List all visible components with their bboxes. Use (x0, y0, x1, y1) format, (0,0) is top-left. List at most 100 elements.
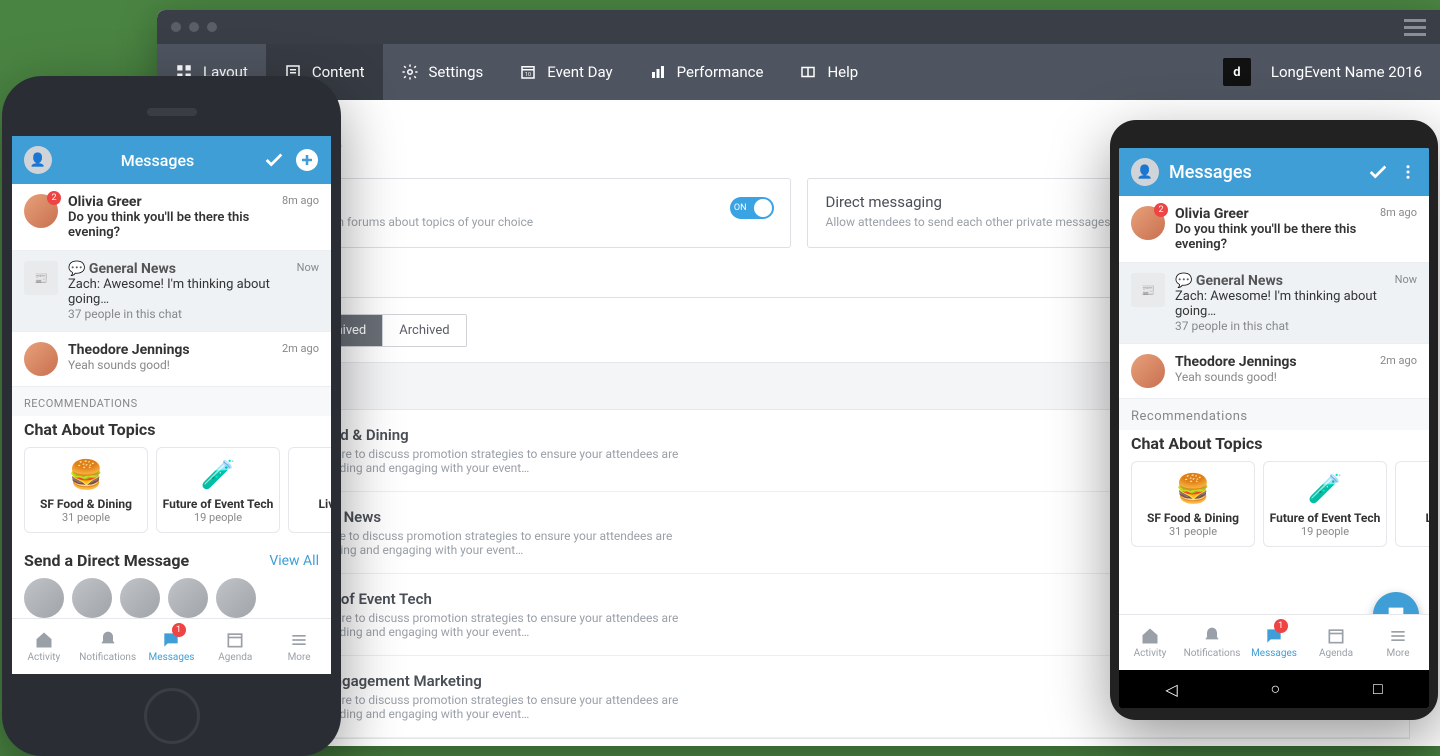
topic-name: SF Food & Dining (1147, 511, 1239, 525)
check-icon[interactable] (263, 149, 285, 171)
android-navbar: ◁ ○ □ (1119, 670, 1429, 708)
check-icon[interactable] (1367, 161, 1389, 183)
topic-toggle[interactable]: ON (730, 197, 774, 219)
thread-time: 2m ago (1380, 354, 1417, 388)
tab-agenda[interactable]: Agenda (1305, 615, 1367, 670)
hamburger-icon[interactable] (1404, 19, 1426, 36)
topic-icon: 🧪 (201, 458, 236, 491)
overflow-icon[interactable] (1399, 163, 1417, 181)
thread-msg: Zach: Awesome! I'm thinking about going… (1175, 289, 1385, 319)
recents-icon[interactable]: □ (1373, 679, 1383, 699)
thread-sub: 37 people in this chat (1175, 319, 1385, 333)
nav-help-label: Help (827, 63, 858, 81)
nav-settings[interactable]: Settings (383, 44, 502, 100)
nav-help[interactable]: Help (781, 44, 876, 100)
topic-card[interactable]: 🍔 SF Food & Dining31 people (24, 447, 148, 533)
iphone-frame: 👤 Messages 2Olivia GreerDo you think you… (2, 76, 341, 756)
thread-time: Now (297, 261, 319, 321)
thread-name: 💬 General News (68, 261, 287, 277)
nav-settings-label: Settings (429, 63, 484, 81)
topic-name: Live En Mar (319, 497, 331, 511)
nav-eventday[interactable]: 10 Event Day (501, 44, 630, 100)
thread-name: Olivia Greer (68, 194, 272, 210)
thread-item[interactable]: 2Olivia GreerDo you think you'll be ther… (12, 184, 331, 251)
tab-activity[interactable]: Activity (12, 619, 76, 674)
thread-time: 2m ago (282, 342, 319, 376)
tab-activity[interactable]: Activity (1119, 615, 1181, 670)
topic-name: SF Food & Dining (40, 497, 132, 511)
unread-badge: 2 (47, 191, 61, 205)
topic-people: 31 people (1169, 525, 1217, 538)
row-title: General News (288, 508, 688, 526)
topic-card[interactable]: 🧪Future of Event Tech19 people (1263, 461, 1387, 547)
topic-icon: 🧪 (1308, 472, 1343, 505)
add-icon[interactable] (295, 148, 319, 172)
row-desc: Come here to discuss promotion strategie… (294, 693, 694, 721)
mobile-title: Messages (1169, 162, 1357, 183)
gear-icon (401, 63, 419, 81)
thread-item[interactable]: 2Olivia GreerDo you think you'll be ther… (1119, 196, 1429, 263)
topics-header: Chat About Topics (1119, 430, 1429, 461)
iphone-screen: 👤 Messages 2Olivia GreerDo you think you… (12, 136, 331, 674)
avatar (24, 342, 58, 376)
tab-messages[interactable]: 1Messages (1243, 615, 1305, 670)
topic-card[interactable]: 🍔SF Food & Dining31 people (1131, 461, 1255, 547)
thread-name: Olivia Greer (1175, 206, 1370, 222)
row-title: Future of Event Tech (294, 590, 694, 608)
topic-people: 31 people (62, 511, 110, 524)
mobile-header: 👤 Messages (12, 136, 331, 184)
messages-badge: 1 (172, 623, 186, 637)
view-all-link[interactable]: View All (269, 553, 319, 569)
thread-item[interactable]: 📰💬 General NewsZach: Awesome! I'm thinki… (12, 251, 331, 332)
dm-header: Send a Direct Message (24, 551, 189, 570)
tab-more[interactable]: More (1367, 615, 1429, 670)
tab-notifications[interactable]: Notifications (1181, 615, 1243, 670)
topic-card[interactable]: ⚡Live En Mar78 (288, 447, 331, 533)
topic-icon: 🍔 (69, 458, 104, 491)
row-desc: Come here to discuss promotion strategie… (294, 611, 694, 639)
tab-bar: Activity Notifications 1Messages Agenda … (12, 618, 331, 674)
mobile-title: Messages (62, 151, 253, 170)
barchart-icon (649, 63, 667, 81)
topic-card[interactable]: ⚡Live En Mar78 (1395, 461, 1429, 547)
avatar (1131, 354, 1165, 388)
tab-more[interactable]: More (267, 619, 331, 674)
back-icon[interactable]: ◁ (1165, 680, 1177, 699)
thread-item[interactable]: 📰💬 General NewsZach: Awesome! I'm thinki… (1119, 263, 1429, 344)
home-icon[interactable]: ○ (1270, 679, 1280, 699)
topic-card[interactable]: 🧪 Future of Event Tech19 people (156, 447, 280, 533)
thread-item[interactable]: Theodore JenningsYeah sounds good!2m ago (12, 332, 331, 387)
user-avatar-icon[interactable]: 👤 (1131, 158, 1159, 186)
nav-performance[interactable]: Performance (631, 44, 782, 100)
tab-notifications[interactable]: Notifications (76, 619, 140, 674)
filter-archived[interactable]: Archived (383, 315, 465, 346)
row-title: Live Engagement Marketing (294, 672, 694, 690)
thread-time: 8m ago (1380, 206, 1417, 252)
row-desc: Come here to discuss promotion strategie… (294, 447, 694, 475)
topic-name: Future of Event Tech (163, 497, 274, 511)
nav-eventday-label: Event Day (547, 63, 612, 81)
unread-badge: 2 (1154, 203, 1168, 217)
topic-people: 19 people (194, 511, 242, 524)
nav-performance-label: Performance (677, 63, 764, 81)
recommendations-label: RECOMMENDATIONS (12, 387, 331, 416)
topics-header: Chat About Topics (12, 416, 331, 447)
topic-cards[interactable]: 🍔 SF Food & Dining31 people 🧪 Future of Eve… (12, 447, 331, 543)
thread-name: Theodore Jennings (68, 342, 272, 358)
traffic-lights[interactable] (171, 22, 217, 32)
thread-item[interactable]: Theodore JenningsYeah sounds good!2m ago (1119, 344, 1429, 399)
thread-name: 💬 General News (1175, 273, 1385, 289)
messages-badge: 1 (1274, 619, 1288, 633)
window-titlebar (157, 10, 1440, 44)
row-desc: Come here to discuss promotion strategie… (288, 529, 688, 557)
topic-cards[interactable]: 🍔SF Food & Dining31 people🧪Future of Eve… (1119, 461, 1429, 557)
row-title: SF Food & Dining (294, 426, 694, 444)
home-button[interactable] (144, 688, 200, 744)
nav-event[interactable]: d LongEvent Name 2016 (1205, 44, 1440, 100)
thread-msg: Zach: Awesome! I'm thinking about going… (68, 277, 287, 307)
tab-agenda[interactable]: Agenda (203, 619, 267, 674)
user-avatar-icon[interactable]: 👤 (24, 146, 52, 174)
toggle-knob (754, 199, 772, 217)
thread-time: 8m ago (282, 194, 319, 240)
tab-messages[interactable]: 1Messages (140, 619, 204, 674)
